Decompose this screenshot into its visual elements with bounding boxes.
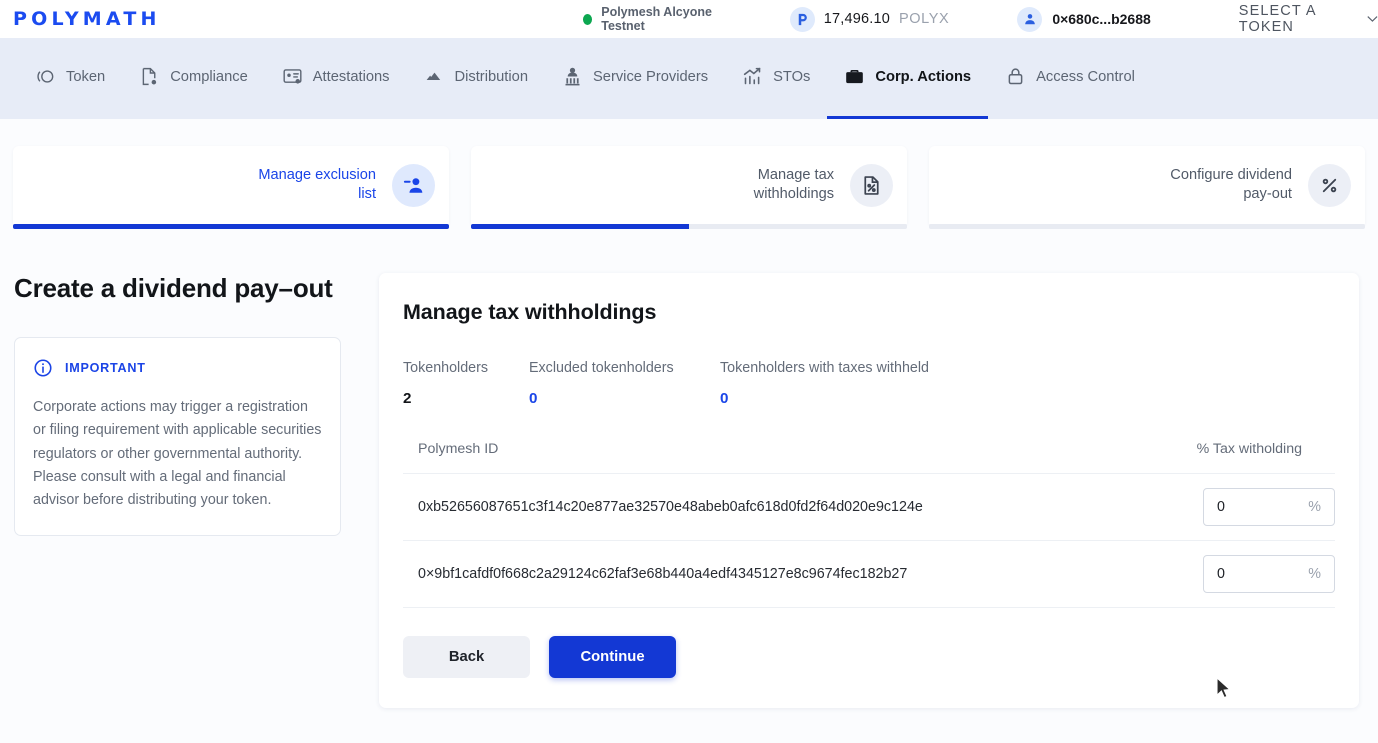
stat-tokenholders: Tokenholders 2 <box>403 360 529 407</box>
polymath-logo[interactable]: POLYMATH <box>13 8 161 30</box>
nav-tab-access-control[interactable]: Access Control <box>988 38 1152 119</box>
nav-tab-stos[interactable]: STOs <box>725 38 827 119</box>
stat-label: Tokenholders <box>403 360 489 376</box>
stat-value: 2 <box>403 390 412 407</box>
person-minus-icon <box>392 163 435 207</box>
person-pillars-icon <box>562 66 583 87</box>
stat-label: Excluded tokenholders <box>529 360 674 376</box>
user-icon <box>1017 6 1043 32</box>
polyx-icon <box>789 6 815 32</box>
id-card-gear-icon <box>282 66 303 87</box>
step-progress-fill <box>471 224 689 229</box>
stats-row: Tokenholders 2 Excluded tokenholders 0 T… <box>403 360 1335 407</box>
polyx-balance-unit: POLYX <box>899 11 950 27</box>
manage-tax-withholdings-card: Manage tax withholdings Tokenholders 2 E… <box>379 273 1359 708</box>
nav-tab-token[interactable]: Token <box>18 38 122 119</box>
stat-excluded-tokenholders: Excluded tokenholders 0 <box>529 360 720 407</box>
note-body: Corporate actions may trigger a registra… <box>33 399 322 509</box>
header-right-group: Polymesh Alcyone Testnet 17,496.10 POLYX… <box>583 0 1378 38</box>
step-manage-tax-withholdings[interactable]: Manage tax withholdings <box>471 146 907 229</box>
step-label: Manage exclusion list <box>258 167 376 202</box>
stat-label: Tokenholders with taxes withheld <box>720 360 930 376</box>
document-percent-icon <box>850 163 893 207</box>
chart-growth-icon <box>742 66 763 87</box>
stat-tokenholders-with-taxes-withheld: Tokenholders with taxes withheld 0 <box>720 360 929 407</box>
polyx-balance-amount: 17,496.10 <box>823 11 891 27</box>
document-gear-icon <box>139 66 160 87</box>
briefcase-icon <box>844 66 865 87</box>
step-progress-fill <box>13 224 449 229</box>
nav-tab-label: Access Control <box>1036 68 1135 85</box>
tax-witholding-input[interactable]: 0 % <box>1203 555 1335 593</box>
step-label: Configure dividend pay-out <box>1170 167 1292 202</box>
nav-tab-label: Compliance <box>170 68 248 85</box>
page-content: Create a dividend pay–out IMPORTANT Corp… <box>0 229 1378 708</box>
step-progress-track <box>929 224 1365 229</box>
nav-tab-label: STOs <box>773 68 811 85</box>
continue-button[interactable]: Continue <box>549 636 676 678</box>
wizard-stepper: Manage exclusion list Manage tax withhol… <box>0 119 1378 229</box>
cell-polymesh-id: 0xb52656087651c3f14c20e877ae32570e48abeb… <box>403 473 1123 541</box>
percent-suffix: % <box>1308 499 1321 515</box>
step-card[interactable]: Manage tax withholdings <box>471 146 907 224</box>
column-header-tax-witholding: % Tax witholding <box>1122 441 1335 474</box>
network-status[interactable]: Polymesh Alcyone Testnet <box>583 5 734 33</box>
step-card[interactable]: Manage exclusion list <box>13 146 449 224</box>
network-name: Polymesh Alcyone Testnet <box>601 5 712 33</box>
select-token-label: SELECT A TOKEN <box>1238 3 1316 35</box>
mountains-icon <box>424 66 445 87</box>
nav-tab-service-providers[interactable]: Service Providers <box>545 38 725 119</box>
stat-value[interactable]: 0 <box>529 390 720 407</box>
back-button[interactable]: Back <box>403 636 530 678</box>
tax-withholdings-table: Polymesh ID % Tax witholding 0xb52656087… <box>403 441 1335 608</box>
account-address: 0×680c...b2688 <box>1052 11 1151 27</box>
network-status-dot <box>583 13 593 25</box>
cell-tax-witholding: 0 % <box>1122 473 1335 541</box>
nav-tab-corp-actions[interactable]: Corp. Actions <box>827 38 988 119</box>
nav-tab-label: Attestations <box>312 68 390 85</box>
left-panel: Create a dividend pay–out IMPORTANT Corp… <box>14 273 341 708</box>
card-actions: Back Continue <box>403 608 1335 678</box>
tax-witholding-input[interactable]: 0 % <box>1203 488 1335 526</box>
select-token-dropdown[interactable]: SELECT A TOKEN <box>1239 3 1378 35</box>
step-progress-track <box>13 224 449 229</box>
page-title: Create a dividend pay–out <box>14 273 333 303</box>
nav-tab-label: Service Providers <box>592 68 709 85</box>
table-row: 0xb52656087651c3f14c20e877ae32570e48abeb… <box>403 473 1335 541</box>
step-manage-exclusion-list[interactable]: Manage exclusion list <box>13 146 449 229</box>
nav-tab-label: Distribution <box>454 68 528 85</box>
token-icon <box>35 66 56 87</box>
note-header: IMPORTANT <box>33 358 322 378</box>
polyx-balance[interactable]: 17,496.10 POLYX <box>789 6 950 32</box>
table-header-row: Polymesh ID % Tax witholding <box>403 441 1335 474</box>
nav-tab-compliance[interactable]: Compliance <box>122 38 265 119</box>
step-label: Manage tax withholdings <box>753 167 834 202</box>
nav-tab-attestations[interactable]: Attestations <box>265 38 407 119</box>
step-card[interactable]: Configure dividend pay-out <box>929 146 1365 224</box>
important-note-card: IMPORTANT Corporate actions may trigger … <box>14 337 341 537</box>
nav-tab-label: Token <box>66 68 106 85</box>
step-progress-track <box>471 224 907 229</box>
column-header-polymesh-id: Polymesh ID <box>403 441 1123 474</box>
account-chip[interactable]: 0×680c...b2688 <box>1017 6 1151 32</box>
nav-tab-label: Corp. Actions <box>875 68 972 85</box>
tax-witholding-value: 0 <box>1217 499 1225 515</box>
top-header: POLYMATH Polymesh Alcyone Testnet 17,496… <box>0 0 1378 38</box>
step-configure-dividend-payout[interactable]: Configure dividend pay-out <box>929 146 1365 229</box>
info-icon <box>34 359 52 377</box>
table-row: 0×9bf1cafdf0f668c2a29124c62faf3e68b440a4… <box>403 540 1335 608</box>
note-title: IMPORTANT <box>65 361 146 375</box>
chevron-down-icon <box>1367 16 1378 22</box>
card-title: Manage tax withholdings <box>403 300 657 324</box>
tax-witholding-value: 0 <box>1217 566 1225 582</box>
stat-value[interactable]: 0 <box>720 390 929 407</box>
lock-icon <box>1005 66 1026 87</box>
percent-suffix: % <box>1308 566 1321 582</box>
main-navigation: Token Compliance Attestations Distributi… <box>0 38 1378 119</box>
percent-icon <box>1308 163 1351 207</box>
nav-tab-distribution[interactable]: Distribution <box>407 38 545 119</box>
cell-polymesh-id: 0×9bf1cafdf0f668c2a29124c62faf3e68b440a4… <box>403 540 1123 608</box>
cell-tax-witholding: 0 % <box>1122 540 1335 608</box>
